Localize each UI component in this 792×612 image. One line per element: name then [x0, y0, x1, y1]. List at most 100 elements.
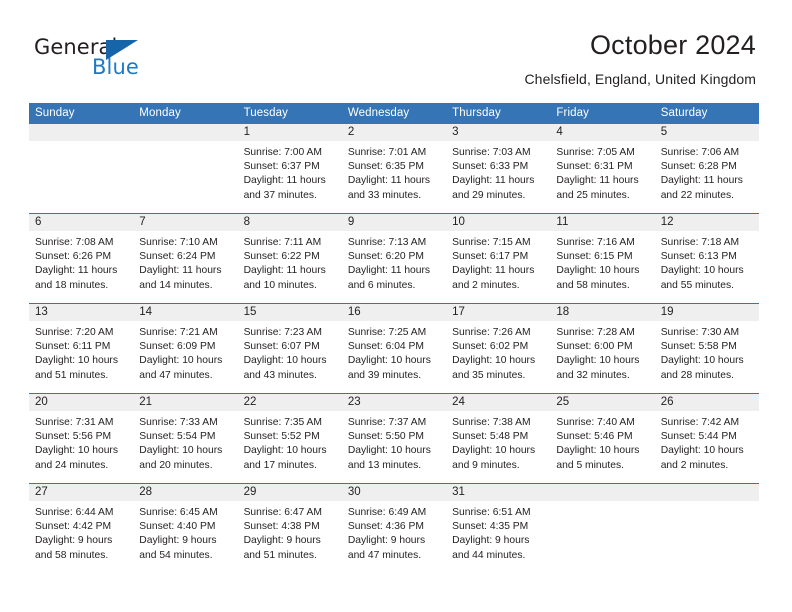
sunset-text: Sunset: 5:46 PM	[556, 431, 633, 443]
calendar-day-cell[interactable]: 2 Sunrise: 7:01 AM Sunset: 6:35 PM Daylight…	[341, 124, 447, 213]
calendar-day-cell[interactable]: 15 Sunrise: 7:23 AM Sunset: 6:07 PM Dayligh…	[237, 304, 342, 393]
sunrise-text: Sunrise: 7:20 AM	[35, 327, 114, 338]
calendar-week-inner: 1 Sunrise: 7:00 AM Sunset: 6:37 PM Daylight…	[29, 124, 759, 213]
calendar-day-cell[interactable]: 1 Sunrise: 7:00 AM Sunset: 6:37 PM Daylight…	[237, 124, 342, 213]
sunrise-text: Sunrise: 7:06 AM	[660, 147, 740, 158]
sunset-text: Sunset: 5:50 PM	[347, 431, 424, 443]
calendar-day-cell[interactable]: 14 Sunrise: 7:21 AM Sunset: 6:09 PM Dayligh…	[133, 304, 238, 393]
daylight-text-line2: and 24 minutes.	[35, 459, 109, 471]
calendar-day-cell[interactable]: 10 Sunrise: 7:15 AM Sunset: 6:17 PM Dayligh…	[446, 214, 551, 303]
sunset-text: Sunset: 6:07 PM	[243, 341, 320, 353]
daylight-text-line1: Daylight: 10 hours	[243, 445, 327, 457]
daylight-text-line2: and 9 minutes.	[452, 459, 520, 471]
daylight-text-line2: and 32 minutes.	[556, 369, 630, 381]
calendar-day-cell[interactable]: 12 Sunrise: 7:18 AM Sunset: 6:13 PM Dayligh…	[654, 214, 759, 303]
calendar-day-cell[interactable]: 28 Sunrise: 6:45 AM Sunset: 4:40 PM Dayligh…	[133, 484, 238, 573]
day-sun-info: Sunrise: 6:44 AM Sunset: 4:42 PM Daylight:…	[29, 501, 133, 563]
day-number: 12	[654, 214, 759, 231]
day-number: 27	[29, 484, 134, 501]
calendar-day-cell[interactable]: 13 Sunrise: 7:20 AM Sunset: 6:11 PM Dayligh…	[29, 304, 134, 393]
calendar-day-cell[interactable]: 31 Sunrise: 6:51 AM Sunset: 4:35 PM Dayligh…	[446, 484, 551, 573]
calendar-day-cell[interactable]: 5 Sunrise: 7:06 AM Sunset: 6:28 PM Daylight…	[654, 124, 759, 213]
day-sun-info	[29, 141, 133, 146]
calendar-day-cell[interactable]: 3 Sunrise: 7:03 AM Sunset: 6:33 PM Daylight…	[446, 124, 551, 213]
sunset-text: Sunset: 6:31 PM	[556, 161, 633, 173]
daylight-text-line2: and 35 minutes.	[452, 369, 526, 381]
daylight-text-line1: Daylight: 10 hours	[660, 445, 744, 457]
day-sun-info	[655, 501, 759, 506]
calendar-day-cell[interactable]: 30 Sunrise: 6:49 AM Sunset: 4:36 PM Dayligh…	[341, 484, 447, 573]
calendar-day-cell[interactable]: 23 Sunrise: 7:37 AM Sunset: 5:50 PM Dayligh…	[341, 394, 447, 483]
calendar-day-cell[interactable]: 19 Sunrise: 7:30 AM Sunset: 5:58 PM Dayligh…	[654, 304, 759, 393]
calendar-day-cell[interactable]: 26 Sunrise: 7:42 AM Sunset: 5:44 PM Dayligh…	[654, 394, 759, 483]
sunset-text: Sunset: 6:15 PM	[556, 251, 633, 263]
daylight-text-line2: and 17 minutes.	[243, 459, 317, 471]
daylight-text-line1: Daylight: 10 hours	[556, 355, 640, 367]
day-number: 2	[341, 124, 447, 141]
daylight-text-line1: Daylight: 11 hours	[139, 265, 222, 277]
calendar-day-cell[interactable]: 27 Sunrise: 6:44 AM Sunset: 4:42 PM Dayligh…	[29, 484, 134, 573]
daylight-text-line1: Daylight: 11 hours	[452, 265, 535, 277]
sunrise-text: Sunrise: 6:51 AM	[452, 507, 531, 518]
page-subtitle: Chelsfield, England, United Kingdom	[524, 71, 756, 87]
calendar-day-cell[interactable]: 25 Sunrise: 7:40 AM Sunset: 5:46 PM Dayligh…	[550, 394, 655, 483]
daylight-text-line2: and 33 minutes.	[347, 189, 422, 201]
calendar-page: General Blue October 2024 Chelsfield, En…	[0, 0, 792, 612]
calendar-day-cell[interactable]: 11 Sunrise: 7:16 AM Sunset: 6:15 PM Dayligh…	[550, 214, 655, 303]
daylight-text-line1: Daylight: 11 hours	[556, 175, 639, 187]
day-sun-info: Sunrise: 6:49 AM Sunset: 4:36 PM Daylight:…	[342, 501, 446, 563]
calendar-empty-cell	[654, 484, 759, 573]
day-sun-info: Sunrise: 7:31 AM Sunset: 5:56 PM Daylight:…	[29, 411, 133, 473]
day-sun-info: Sunrise: 7:37 AM Sunset: 5:50 PM Daylight:…	[342, 411, 446, 473]
daylight-text-line1: Daylight: 10 hours	[660, 355, 744, 367]
sunrise-text: Sunrise: 7:16 AM	[556, 237, 635, 248]
calendar-week-row: 20 Sunrise: 7:31 AM Sunset: 5:56 PM Dayligh…	[29, 393, 759, 483]
calendar-day-cell[interactable]: 21 Sunrise: 7:33 AM Sunset: 5:54 PM Dayligh…	[133, 394, 238, 483]
calendar-week-row: 1 Sunrise: 7:00 AM Sunset: 6:37 PM Daylight…	[29, 124, 759, 213]
calendar-day-cell[interactable]: 18 Sunrise: 7:28 AM Sunset: 6:00 PM Dayligh…	[550, 304, 655, 393]
calendar-day-cell[interactable]: 7 Sunrise: 7:10 AM Sunset: 6:24 PM Daylight…	[133, 214, 238, 303]
daylight-text-line1: Daylight: 10 hours	[556, 445, 640, 457]
day-sun-info: Sunrise: 7:25 AM Sunset: 6:04 PM Daylight:…	[342, 321, 446, 383]
sunset-text: Sunset: 4:38 PM	[243, 521, 320, 533]
calendar-week-row: 27 Sunrise: 6:44 AM Sunset: 4:42 PM Dayligh…	[29, 483, 759, 573]
calendar-weeks: 1 Sunrise: 7:00 AM Sunset: 6:37 PM Daylight…	[29, 124, 759, 573]
daylight-text-line2: and 54 minutes.	[139, 549, 213, 561]
sunset-text: Sunset: 6:02 PM	[452, 341, 529, 353]
calendar-day-cell[interactable]: 22 Sunrise: 7:35 AM Sunset: 5:52 PM Dayligh…	[237, 394, 342, 483]
calendar-empty-cell	[550, 484, 655, 573]
day-sun-info: Sunrise: 6:47 AM Sunset: 4:38 PM Daylight:…	[238, 501, 342, 563]
day-sun-info: Sunrise: 7:38 AM Sunset: 5:48 PM Daylight:…	[446, 411, 550, 473]
daylight-text-line1: Daylight: 10 hours	[35, 355, 118, 367]
day-number: 24	[446, 394, 551, 411]
calendar-day-cell[interactable]: 17 Sunrise: 7:26 AM Sunset: 6:02 PM Dayligh…	[446, 304, 551, 393]
sunrise-text: Sunrise: 6:47 AM	[243, 507, 322, 518]
calendar-day-cell[interactable]: 24 Sunrise: 7:38 AM Sunset: 5:48 PM Dayligh…	[446, 394, 551, 483]
daylight-text-line1: Daylight: 9 hours	[35, 535, 113, 547]
daylight-text-line2: and 58 minutes.	[35, 549, 109, 561]
weekday-header-tuesday: Tuesday	[243, 107, 288, 119]
day-number: 7	[133, 214, 238, 231]
day-number	[550, 484, 655, 501]
sunset-text: Sunset: 6:20 PM	[347, 251, 424, 263]
day-number: 17	[446, 304, 551, 321]
calendar-day-cell[interactable]: 6 Sunrise: 7:08 AM Sunset: 6:26 PM Daylight…	[29, 214, 134, 303]
sunset-text: Sunset: 4:40 PM	[139, 521, 216, 533]
day-sun-info: Sunrise: 7:08 AM Sunset: 6:26 PM Daylight:…	[29, 231, 133, 293]
calendar-day-cell[interactable]: 9 Sunrise: 7:13 AM Sunset: 6:20 PM Daylight…	[341, 214, 447, 303]
day-number	[133, 124, 238, 141]
calendar-day-cell[interactable]: 29 Sunrise: 6:47 AM Sunset: 4:38 PM Dayligh…	[237, 484, 342, 573]
general-blue-logo[interactable]: General Blue	[34, 36, 214, 88]
calendar-day-cell[interactable]: 16 Sunrise: 7:25 AM Sunset: 6:04 PM Dayligh…	[341, 304, 447, 393]
day-sun-info: Sunrise: 7:05 AM Sunset: 6:31 PM Daylight:…	[550, 141, 654, 203]
daylight-text-line1: Daylight: 10 hours	[243, 355, 327, 367]
weekday-header-wednesday: Wednesday	[347, 107, 410, 119]
daylight-text-line1: Daylight: 10 hours	[452, 445, 536, 457]
daylight-text-line2: and 47 minutes.	[139, 369, 213, 381]
calendar-day-cell[interactable]: 20 Sunrise: 7:31 AM Sunset: 5:56 PM Dayligh…	[29, 394, 134, 483]
day-sun-info: Sunrise: 7:33 AM Sunset: 5:54 PM Daylight:…	[133, 411, 237, 473]
calendar-day-cell[interactable]: 8 Sunrise: 7:11 AM Sunset: 6:22 PM Daylight…	[237, 214, 342, 303]
weekday-header-sunday: Sunday	[35, 107, 75, 119]
calendar-empty-cell	[29, 124, 134, 213]
calendar-day-cell[interactable]: 4 Sunrise: 7:05 AM Sunset: 6:31 PM Daylight…	[550, 124, 655, 213]
